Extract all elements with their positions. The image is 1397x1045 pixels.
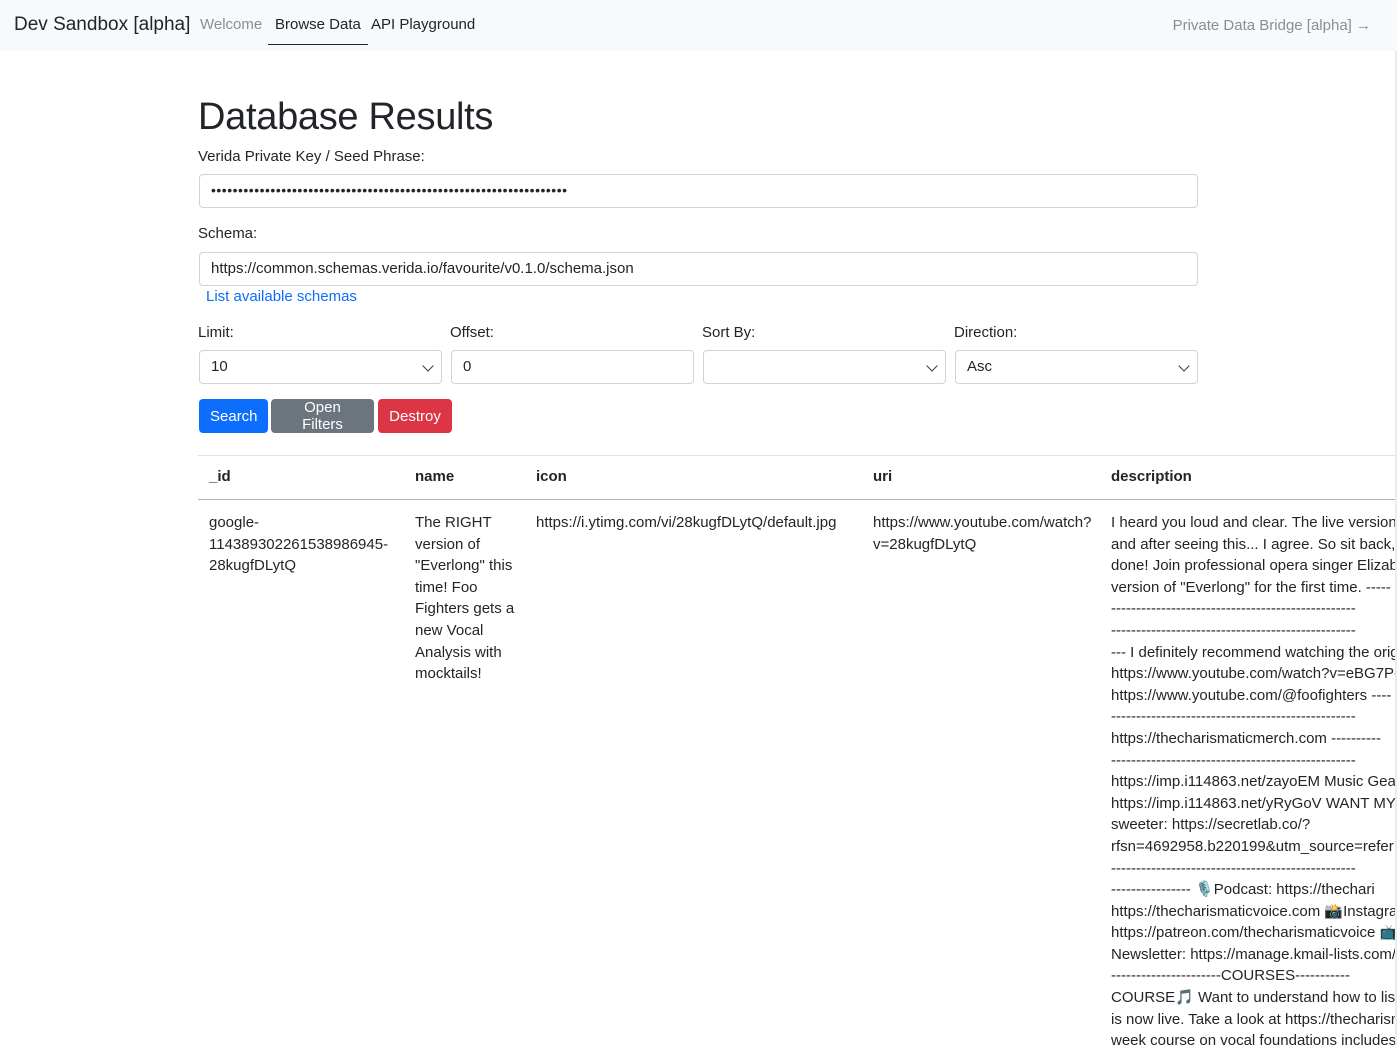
- cell-id-line: google-: [209, 514, 260, 531]
- list-schemas-link[interactable]: List available schemas: [206, 288, 357, 305]
- direction-label: Direction:: [954, 324, 1018, 341]
- cell-name-line: time! Foo: [415, 578, 478, 596]
- offset-input[interactable]: 0: [451, 350, 694, 384]
- column-header-icon: icon: [536, 468, 567, 485]
- cell-uri-line: https://www.youtube.com/watch?: [873, 514, 1092, 531]
- cell-description-line: I heard you loud and clear. The live ver…: [1111, 514, 1397, 531]
- nav-link-private-data-bridge[interactable]: Private Data Bridge [alpha] →: [1173, 17, 1371, 34]
- cell-description-line: --- I definitely recommend watching the …: [1111, 643, 1397, 661]
- column-header-description: description: [1111, 468, 1192, 485]
- cell-description-line: ----------------------------------------…: [1111, 708, 1356, 726]
- top-navbar: Dev Sandbox [alpha] Welcome Browse Data …: [0, 0, 1397, 51]
- chevron-down-icon: [422, 360, 434, 372]
- column-header-uri: uri: [873, 468, 893, 485]
- cell-description-line: ----------------------------------------…: [1111, 621, 1356, 639]
- cell-description-line: week course on vocal foundations include…: [1111, 1032, 1397, 1045]
- limit-select[interactable]: 10: [199, 350, 442, 384]
- direction-select[interactable]: Asc: [955, 350, 1198, 384]
- cell-description-line: ----------------------COURSES-----------: [1111, 967, 1351, 985]
- limit-label: Limit:: [198, 324, 234, 341]
- cell-description-line: ----------------------------------------…: [1111, 751, 1356, 769]
- limit-select-value: 10: [211, 358, 228, 375]
- cell-name-line: "Everlong" this: [415, 557, 513, 575]
- cell-name: The RIGHT version of "Everlong" this tim…: [415, 512, 530, 685]
- destroy-button[interactable]: Destroy: [378, 399, 452, 433]
- cell-description-line: rfsn=4692958.b220199&utm_source=refer: [1111, 837, 1394, 855]
- cell-name-line: Analysis with: [415, 643, 502, 661]
- cell-name-line: mocktails!: [415, 665, 482, 683]
- schema-label: Schema:: [198, 225, 258, 242]
- cell-description: I heard you loud and clear. The live ver…: [1111, 512, 1397, 1045]
- search-button[interactable]: Search: [199, 399, 268, 433]
- cell-description-line: https://www.youtube.com/@foofighters ---…: [1111, 686, 1392, 704]
- cell-description-line: ----------------------------------------…: [1111, 600, 1356, 618]
- cell-description-line: ----------------------------------------…: [1111, 859, 1356, 877]
- cell-uri-line: v=28kugfDLytQ: [873, 535, 977, 553]
- nav-link-api-playground[interactable]: API Playground: [371, 16, 475, 33]
- cell-description-line: sweeter: https://secretlab.co/?: [1111, 816, 1311, 834]
- cell-description-line: done! Join professional opera singer Eli…: [1111, 557, 1397, 575]
- cell-name-line: Fighters gets a: [415, 600, 515, 618]
- cell-description-line: Newsletter: https://manage.kmail-lists.c…: [1111, 945, 1397, 963]
- cell-uri: https://www.youtube.com/watch? v=28kugfD…: [873, 512, 1103, 555]
- cell-name-line: version of: [415, 535, 481, 553]
- column-header-id: _id: [209, 468, 231, 485]
- cell-description-line: https://imp.i114863.net/yRyGoV WANT MY C: [1111, 794, 1397, 812]
- cell-description-line: is now live. Take a look at https://thec…: [1111, 1010, 1397, 1028]
- cell-description-line: https://thecharismaticvoice.com 📸Instagr…: [1111, 902, 1397, 920]
- sort-by-label: Sort By:: [702, 324, 756, 341]
- cell-description-line: https://patreon.com/thecharismaticvoice …: [1111, 924, 1397, 942]
- chevron-down-icon: [926, 360, 938, 372]
- cell-id: google- 114389302261538986945- 28kugfDLy…: [209, 512, 409, 577]
- cell-description-line: https://thecharismaticmerch.com --------…: [1111, 729, 1382, 747]
- cell-description-line: https://imp.i114863.net/zayoEM Music Gea…: [1111, 773, 1397, 791]
- cell-description-line: version of "Everlong" for the first time…: [1111, 578, 1391, 596]
- direction-select-value: Asc: [967, 358, 993, 375]
- cell-name-line: new Vocal: [415, 621, 484, 639]
- page-title: Database Results: [198, 96, 494, 138]
- nav-link-browse-data[interactable]: Browse Data: [268, 16, 368, 45]
- nav-link-welcome[interactable]: Welcome: [200, 16, 262, 33]
- open-filters-button[interactable]: Open Filters: [271, 399, 374, 433]
- cell-description-line: COURSE🎵 Want to understand how to liste: [1111, 989, 1397, 1007]
- chevron-down-icon: [1178, 360, 1190, 372]
- cell-id-line: 114389302261538986945-: [209, 535, 389, 553]
- cell-icon: https://i.ytimg.com/vi/28kugfDLytQ/defau…: [536, 514, 837, 531]
- cell-name-line: The RIGHT: [415, 514, 492, 531]
- private-key-label: Verida Private Key / Seed Phrase:: [198, 148, 425, 165]
- private-key-input[interactable]: ••••••••••••••••••••••••••••••••••••••••…: [199, 174, 1198, 208]
- table-header-divider: [198, 499, 1397, 500]
- cell-description-line: and after seeing this... I agree. So sit…: [1111, 535, 1397, 553]
- sort-by-select[interactable]: [703, 350, 946, 384]
- cell-description-line: ---------------- 🎙️Podcast: https://thec…: [1111, 881, 1375, 899]
- table-top-border: [198, 455, 1397, 456]
- column-header-name: name: [415, 468, 455, 485]
- cell-id-line: 28kugfDLytQ: [209, 557, 296, 575]
- cell-description-line: https://www.youtube.com/watch?v=eBG7P-I: [1111, 665, 1397, 683]
- brand-title[interactable]: Dev Sandbox [alpha]: [14, 14, 190, 36]
- offset-label: Offset:: [450, 324, 494, 341]
- schema-input[interactable]: https://common.schemas.verida.io/favouri…: [199, 252, 1198, 286]
